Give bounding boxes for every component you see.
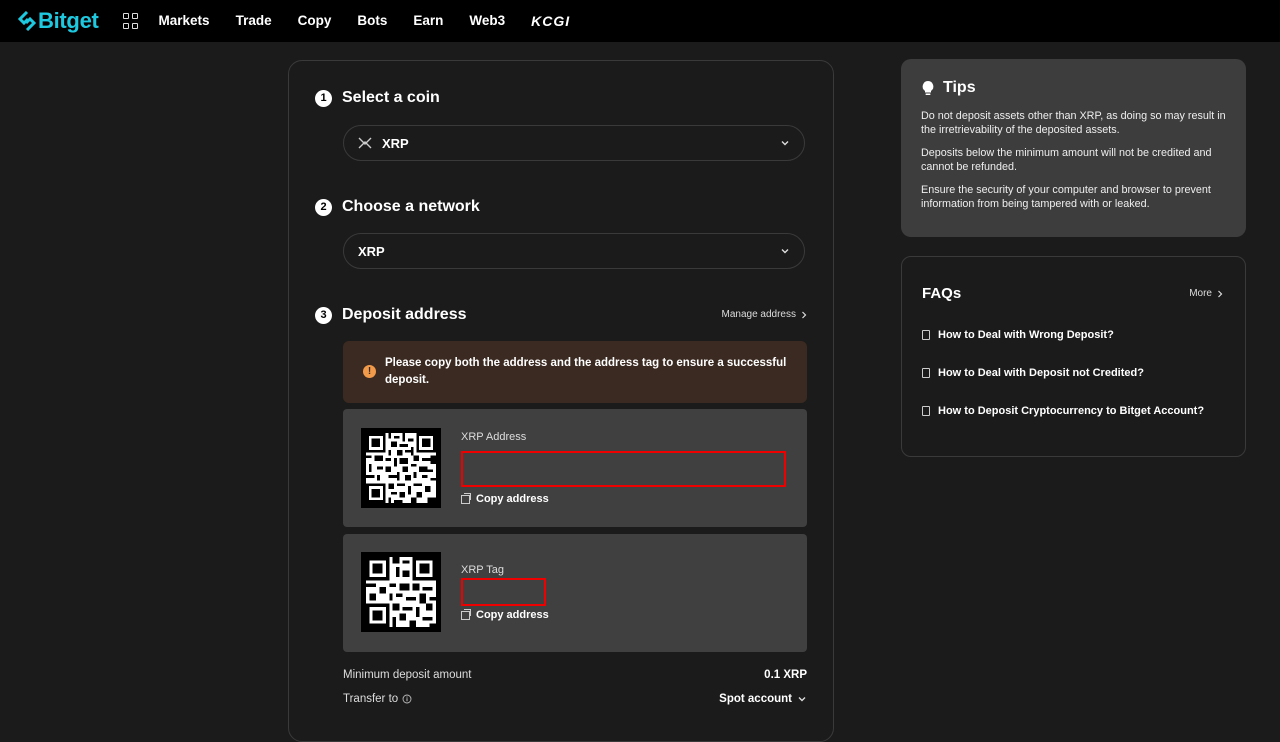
step-choose-network: 2 Choose a network [315, 198, 480, 216]
transfer-to-row: Transfer to Spot account [343, 693, 807, 705]
chevron-right-icon [802, 311, 807, 318]
document-icon [922, 406, 930, 416]
step-title: Deposit address [342, 306, 467, 323]
faq-item-label: How to Deal with Deposit not Credited? [938, 367, 1144, 379]
transfer-to-label: Transfer to [343, 693, 399, 705]
bitget-logo[interactable]: Bitget [18, 8, 99, 34]
coin-select[interactable]: XRP [343, 125, 805, 161]
network-select[interactable]: XRP [343, 233, 805, 269]
transfer-to-label-wrap: Transfer to [343, 693, 412, 705]
step-title: Choose a network [342, 198, 480, 215]
warning-banner: ! Please copy both the address and the a… [343, 341, 807, 403]
faq-item[interactable]: How to Deposit Cryptocurrency to Bitget … [922, 405, 1204, 417]
transfer-to-value: Spot account [719, 693, 792, 705]
tip-text: Deposits below the minimum amount will n… [921, 147, 1212, 173]
faqs-more-link[interactable]: More [1189, 288, 1223, 299]
info-icon[interactable] [402, 694, 412, 704]
network-select-value: XRP [358, 243, 385, 259]
tag-label: XRP Tag [461, 564, 505, 576]
faq-item[interactable]: How to Deal with Wrong Deposit? [922, 329, 1114, 341]
warning-text: Please copy both the address and the add… [385, 357, 787, 386]
bitget-logo-icon [18, 11, 36, 31]
chevron-down-icon [781, 141, 789, 146]
faqs-title: FAQs [922, 285, 962, 302]
deposit-card: 1 Select a coin XRP 2 Choose a network X… [288, 60, 834, 742]
nav-bots[interactable]: Bots [357, 13, 387, 29]
step-number: 2 [315, 198, 332, 216]
step-deposit-address: 3 Deposit address [315, 306, 466, 324]
document-icon [922, 368, 930, 378]
alert-icon: ! [363, 365, 376, 378]
faq-item[interactable]: How to Deal with Deposit not Credited? [922, 367, 1144, 379]
chevron-down-icon [798, 697, 806, 702]
nav-earn[interactable]: Earn [413, 13, 443, 29]
copy-tag-label: Copy address [476, 609, 549, 621]
copy-icon [461, 492, 471, 504]
min-deposit-label: Minimum deposit amount [343, 669, 472, 681]
logo-text: Bitget [38, 8, 99, 33]
manage-address-label: Manage address [721, 309, 797, 320]
tag-box: XRP Tag Copy address [343, 534, 807, 652]
document-icon [922, 330, 930, 340]
tips-card: Tips Do not deposit assets other than XR… [901, 59, 1246, 237]
manage-address-link[interactable]: Manage address [722, 309, 808, 320]
nav-copy[interactable]: Copy [298, 13, 332, 29]
nav-trade[interactable]: Trade [236, 13, 272, 29]
copy-address-button[interactable]: Copy address [461, 492, 549, 505]
address-qr-code [361, 428, 441, 508]
kcgi-logo[interactable]: KCGI [531, 13, 570, 29]
copy-tag-button[interactable]: Copy address [461, 608, 549, 621]
tip-text: Ensure the security of your computer and… [921, 184, 1211, 210]
copy-icon [461, 608, 471, 620]
address-value-field[interactable] [461, 451, 786, 487]
tip-text: Do not deposit assets other than XRP, as… [921, 110, 1226, 136]
xrp-coin-icon [358, 137, 372, 149]
tips-heading: Tips [921, 79, 1226, 97]
min-deposit-value: 0.1 XRP [764, 669, 807, 681]
top-nav: Bitget Markets Trade Copy Bots Earn Web3… [0, 0, 1280, 42]
address-box: XRP Address Copy address [343, 409, 807, 527]
step-number: 1 [315, 89, 332, 107]
step-title: Select a coin [342, 89, 440, 106]
nav-web3[interactable]: Web3 [469, 13, 505, 29]
nav-markets[interactable]: Markets [159, 13, 210, 29]
min-deposit-row: Minimum deposit amount 0.1 XRP [343, 669, 807, 681]
faqs-card: FAQs More How to Deal with Wrong Deposit… [901, 256, 1246, 457]
more-label: More [1189, 288, 1212, 299]
faq-item-label: How to Deposit Cryptocurrency to Bitget … [938, 405, 1205, 417]
address-label: XRP Address [461, 431, 527, 443]
apps-grid-icon[interactable] [122, 13, 139, 29]
chevron-down-icon [781, 249, 789, 254]
lightbulb-icon [922, 81, 934, 95]
faq-item-label: How to Deal with Wrong Deposit? [938, 329, 1114, 341]
chevron-right-icon [1218, 290, 1223, 297]
coin-select-value: XRP [382, 135, 409, 151]
tag-value-field[interactable] [461, 578, 546, 606]
transfer-to-select[interactable]: Spot account [719, 693, 807, 705]
copy-address-label: Copy address [476, 493, 549, 505]
tag-qr-code [361, 552, 441, 632]
step-number: 3 [315, 306, 332, 324]
tips-title: Tips [943, 79, 976, 96]
step-select-coin: 1 Select a coin [315, 89, 440, 107]
main-nav: Markets Trade Copy Bots Earn Web3 KCGI [159, 13, 571, 29]
